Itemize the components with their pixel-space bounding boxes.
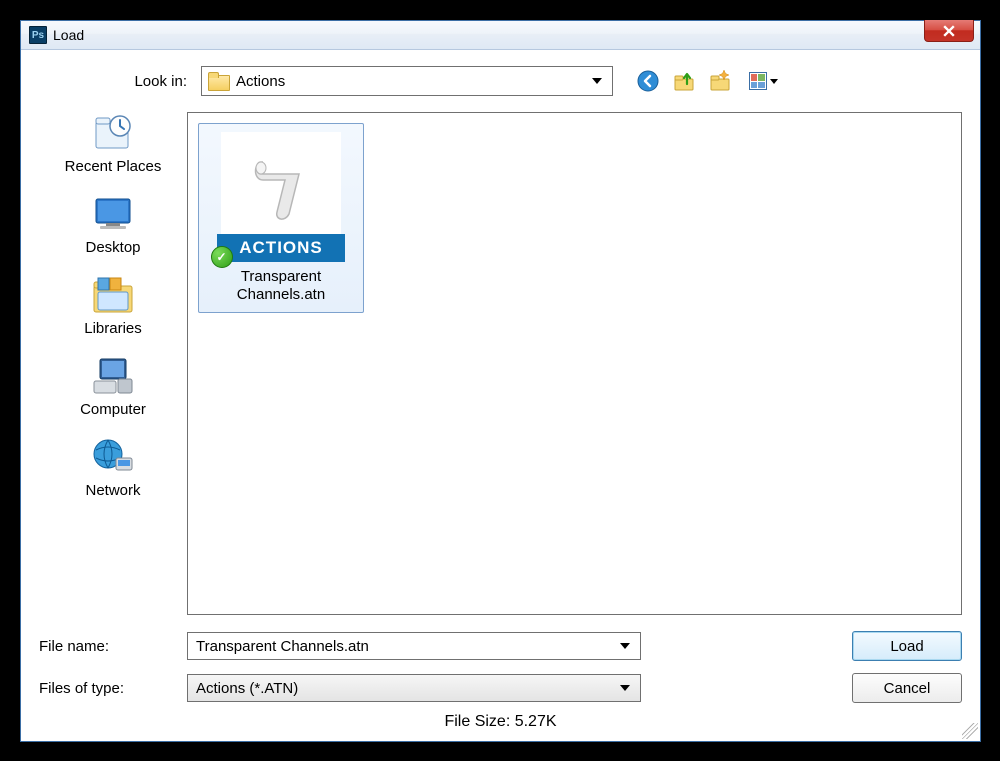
look-in-combo[interactable]: Actions: [201, 66, 613, 96]
up-one-level-button[interactable]: [671, 68, 697, 94]
sidebar-item-network[interactable]: Network: [53, 436, 173, 499]
chevron-down-icon: [770, 79, 778, 84]
look-in-value: Actions: [236, 73, 586, 90]
files-of-type-combo[interactable]: Actions (*.ATN): [187, 674, 641, 702]
sidebar-item-label: Libraries: [53, 320, 173, 337]
file-name-label: Transparent Channels.atn: [203, 268, 359, 304]
files-of-type-label-text: Files of type:: [39, 680, 187, 697]
file-size-text: File Size: 5.27K: [39, 713, 962, 731]
file-name-value: Transparent Channels.atn: [196, 638, 614, 655]
cancel-button[interactable]: Cancel: [852, 673, 962, 703]
sidebar-item-label: Recent Places: [53, 158, 173, 175]
load-button[interactable]: Load: [852, 631, 962, 661]
look-in-row: Look in: Actions: [39, 64, 962, 98]
bottom-form: File name: Transparent Channels.atn Load…: [39, 629, 962, 731]
folder-icon: [208, 72, 228, 90]
libraries-icon: [89, 274, 137, 316]
sidebar-item-computer[interactable]: Computer: [53, 355, 173, 418]
file-list[interactable]: ACTIONS ✓ Transparent Channels.atn: [187, 112, 962, 615]
close-button[interactable]: [924, 20, 974, 42]
dialog-body: Look in: Actions: [21, 50, 980, 741]
load-dialog: Ps Load Look in: Actions: [20, 20, 981, 742]
sidebar-item-label: Network: [53, 482, 173, 499]
files-of-type-row: Files of type: Actions (*.ATN) Cancel: [39, 671, 962, 705]
desktop-icon: [89, 193, 137, 235]
places-sidebar: Recent Places Desktop: [39, 112, 187, 615]
up-one-level-icon: [673, 70, 695, 92]
chevron-down-icon: [592, 78, 602, 84]
look-in-label: Look in:: [39, 73, 201, 90]
back-icon: [637, 70, 659, 92]
file-thumbnail: ACTIONS ✓: [221, 132, 341, 262]
chevron-down-icon: [620, 643, 630, 649]
checkmark-icon: ✓: [211, 246, 233, 268]
chevron-down-icon: [620, 685, 630, 691]
files-of-type-value: Actions (*.ATN): [196, 680, 614, 697]
actions-badge: ACTIONS ✓: [217, 234, 345, 262]
views-menu-icon: [749, 72, 767, 90]
close-icon: [943, 25, 955, 37]
sidebar-item-desktop[interactable]: Desktop: [53, 193, 173, 256]
new-folder-icon: [709, 70, 731, 92]
recent-places-icon: [89, 112, 137, 154]
sidebar-item-recent-places[interactable]: Recent Places: [53, 112, 173, 175]
network-icon: [89, 436, 137, 478]
titlebar: Ps Load: [21, 21, 980, 50]
dialog-title: Load: [53, 27, 84, 43]
new-folder-button[interactable]: [707, 68, 733, 94]
resize-grip[interactable]: [962, 723, 978, 739]
file-item[interactable]: ACTIONS ✓ Transparent Channels.atn: [198, 123, 364, 313]
file-name-combo[interactable]: Transparent Channels.atn: [187, 632, 641, 660]
nav-toolbar: [635, 68, 783, 94]
file-name-label-text: File name:: [39, 638, 187, 655]
actions-badge-label: ACTIONS: [239, 238, 323, 258]
app-icon: Ps: [29, 26, 47, 44]
views-menu-button[interactable]: [743, 68, 783, 94]
middle-row: Recent Places Desktop: [39, 112, 962, 615]
action-script-icon: [241, 150, 321, 230]
sidebar-item-label: Computer: [53, 401, 173, 418]
computer-icon: [89, 355, 137, 397]
file-name-row: File name: Transparent Channels.atn Load: [39, 629, 962, 663]
sidebar-item-libraries[interactable]: Libraries: [53, 274, 173, 337]
sidebar-item-label: Desktop: [53, 239, 173, 256]
back-button[interactable]: [635, 68, 661, 94]
